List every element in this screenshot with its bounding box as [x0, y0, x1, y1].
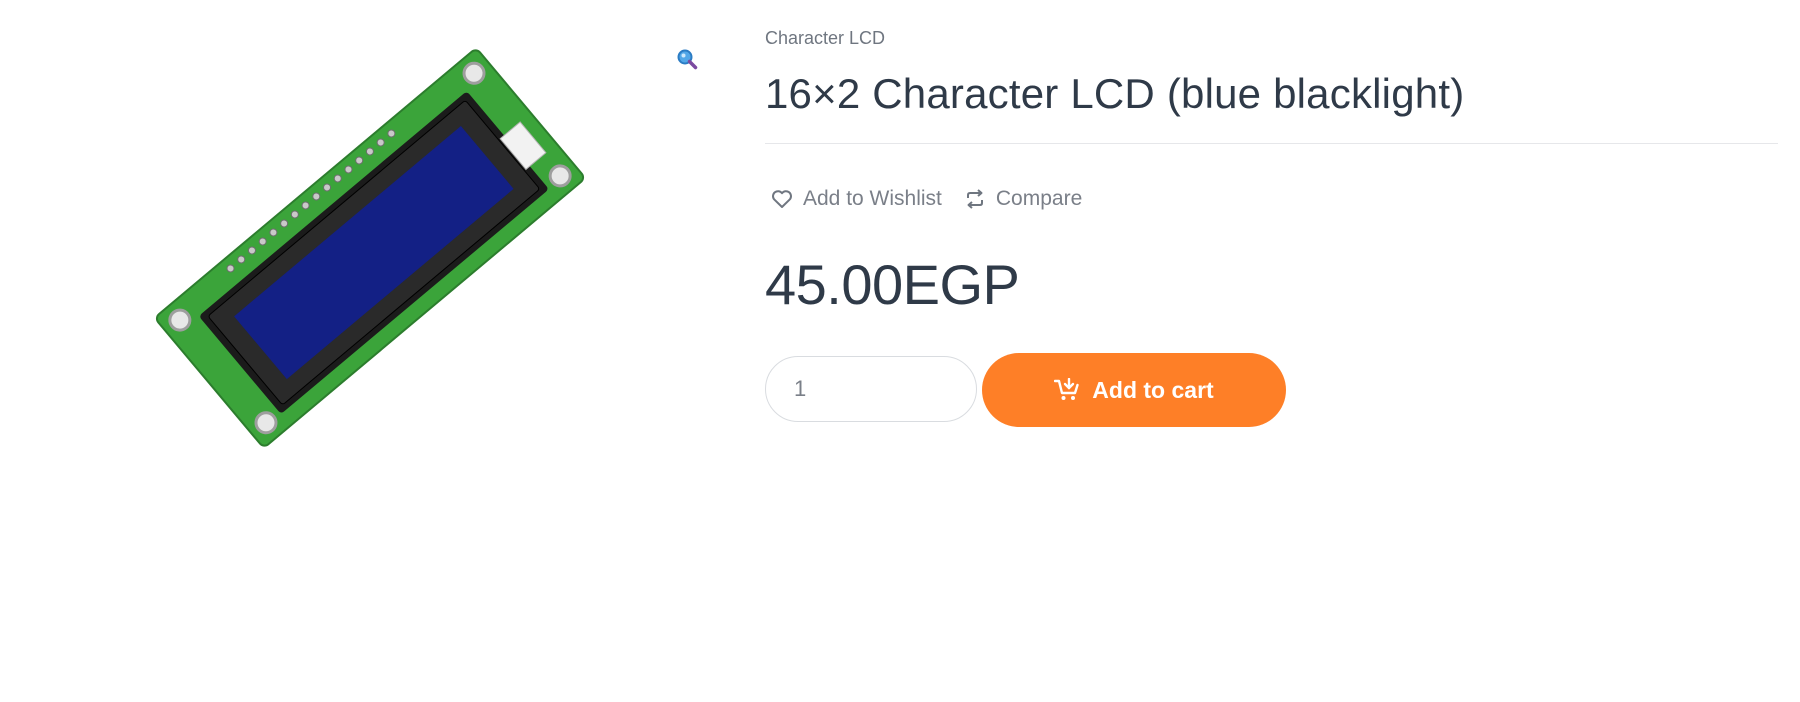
category-link[interactable]: Character LCD — [765, 28, 885, 49]
quantity-input[interactable] — [765, 356, 977, 422]
wishlist-label: Add to Wishlist — [803, 187, 942, 210]
product-image[interactable] — [140, 38, 600, 458]
product-actions: Add to Wishlist Compare — [771, 187, 1082, 211]
product-title: 16×2 Character LCD (blue blacklight) — [765, 70, 1465, 117]
compare-link[interactable]: Compare — [964, 187, 1082, 211]
product-gallery — [140, 38, 600, 458]
magnifier-icon — [677, 49, 698, 70]
add-to-cart-button[interactable]: Add to cart — [982, 353, 1286, 427]
heart-icon — [772, 190, 792, 208]
compare-label: Compare — [995, 187, 1083, 210]
zoom-button[interactable] — [672, 44, 702, 74]
add-to-cart-label: Add to cart — [1092, 376, 1214, 403]
title-divider — [765, 143, 1778, 144]
cart-add-icon — [1054, 378, 1079, 400]
compare-arrows-icon — [966, 189, 983, 209]
product-price: 45.00EGP — [765, 253, 1020, 316]
add-to-wishlist-link[interactable]: Add to Wishlist — [771, 187, 942, 211]
